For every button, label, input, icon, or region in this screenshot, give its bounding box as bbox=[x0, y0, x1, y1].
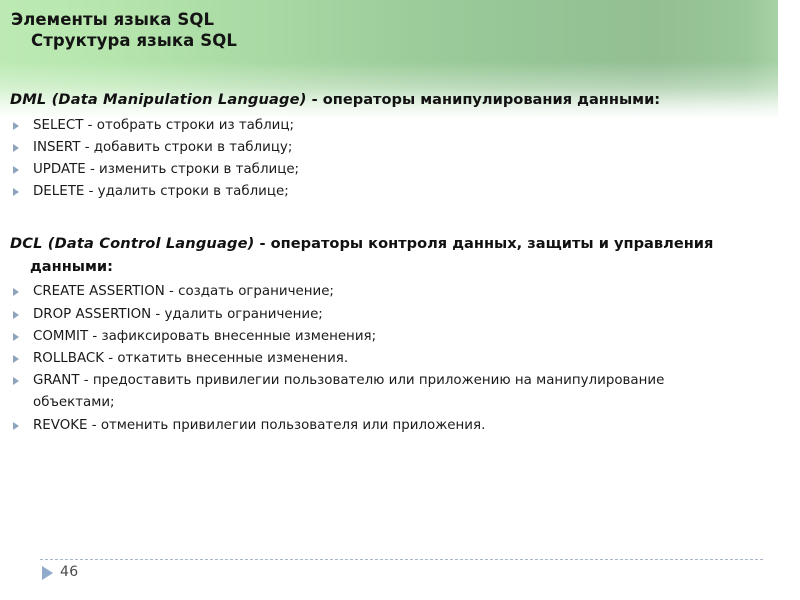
list-item-label: SELECT - отобрать строки из таблиц; bbox=[33, 117, 294, 133]
list-item-label: DROP ASSERTION - удалить ограничение; bbox=[33, 306, 323, 322]
list-item: SELECT - отобрать строки из таблиц; bbox=[0, 115, 800, 137]
section-dml-heading: DML (Data Manipulation Language) - опера… bbox=[0, 89, 800, 112]
list-item-label: UPDATE - изменить строки в таблице; bbox=[33, 161, 300, 177]
bullet-triangle-icon bbox=[13, 377, 19, 386]
list-item-label: COMMIT - зафиксировать внесенные изменен… bbox=[33, 328, 377, 344]
section-dml: DML (Data Manipulation Language) - опера… bbox=[0, 89, 800, 203]
bullet-triangle-icon bbox=[13, 288, 19, 297]
slide: Элементы языка SQL Структура языка SQL D… bbox=[0, 0, 800, 600]
list-item: COMMIT - зафиксировать внесенные изменен… bbox=[0, 326, 800, 348]
list-item: GRANT - предоставить привилегии пользова… bbox=[0, 370, 800, 414]
section-dcl: DCL (Data Control Language) - операторы … bbox=[0, 233, 800, 436]
bullet-triangle-icon bbox=[13, 310, 19, 319]
list-item: ROLLBACK - откатить внесенные изменения. bbox=[0, 348, 800, 370]
bullet-triangle-icon bbox=[13, 165, 19, 174]
list-item: REVOKE - отменить привилегии пользовател… bbox=[0, 415, 800, 437]
bullet-triangle-icon bbox=[13, 421, 19, 430]
footer-divider bbox=[40, 559, 763, 560]
slide-content: DML (Data Manipulation Language) - опера… bbox=[0, 86, 800, 437]
list-item: UPDATE - изменить строки в таблице; bbox=[0, 159, 800, 181]
page-number: 46 bbox=[60, 564, 79, 580]
section-dcl-list: CREATE ASSERTION - создать ограничение; … bbox=[0, 281, 800, 436]
list-item-label: ROLLBACK - откатить внесенные изменения. bbox=[33, 350, 349, 366]
bullet-triangle-icon bbox=[13, 188, 19, 197]
list-item: DELETE - удалить строки в таблице; bbox=[0, 181, 800, 203]
title-line-1: Элементы языка SQL bbox=[11, 10, 215, 29]
list-item-label: CREATE ASSERTION - создать ограничение; bbox=[33, 284, 334, 300]
section-dml-list: SELECT - отобрать строки из таблиц; INSE… bbox=[0, 115, 800, 204]
bullet-triangle-icon bbox=[13, 143, 19, 152]
section-dcl-acronym: DCL (Data Control Language) bbox=[10, 235, 255, 253]
list-item: CREATE ASSERTION - создать ограничение; bbox=[0, 281, 800, 303]
slide-title: Элементы языка SQL Структура языка SQL bbox=[11, 9, 761, 51]
section-dcl-heading: DCL (Data Control Language) - операторы … bbox=[0, 233, 800, 278]
bullet-triangle-icon bbox=[13, 354, 19, 363]
list-item: INSERT - добавить строки в таблицу; bbox=[0, 137, 800, 159]
bullet-triangle-icon bbox=[13, 332, 19, 341]
list-item-label: REVOKE - отменить привилегии пользовател… bbox=[33, 417, 486, 433]
list-item-label: INSERT - добавить строки в таблицу; bbox=[33, 139, 293, 155]
title-line-2: Структура языка SQL bbox=[31, 31, 237, 50]
section-dml-description: - операторы манипулирования данными: bbox=[306, 91, 661, 108]
section-dml-acronym: DML (Data Manipulation Language) bbox=[10, 91, 307, 108]
spacer-between-sections bbox=[0, 203, 800, 233]
list-item: DROP ASSERTION - удалить ограничение; bbox=[0, 304, 800, 326]
footer-triangle-icon bbox=[42, 566, 53, 580]
bullet-triangle-icon bbox=[13, 121, 19, 130]
list-item-label: GRANT - предоставить привилегии пользова… bbox=[33, 373, 665, 411]
list-item-label: DELETE - удалить строки в таблице; bbox=[33, 184, 289, 200]
